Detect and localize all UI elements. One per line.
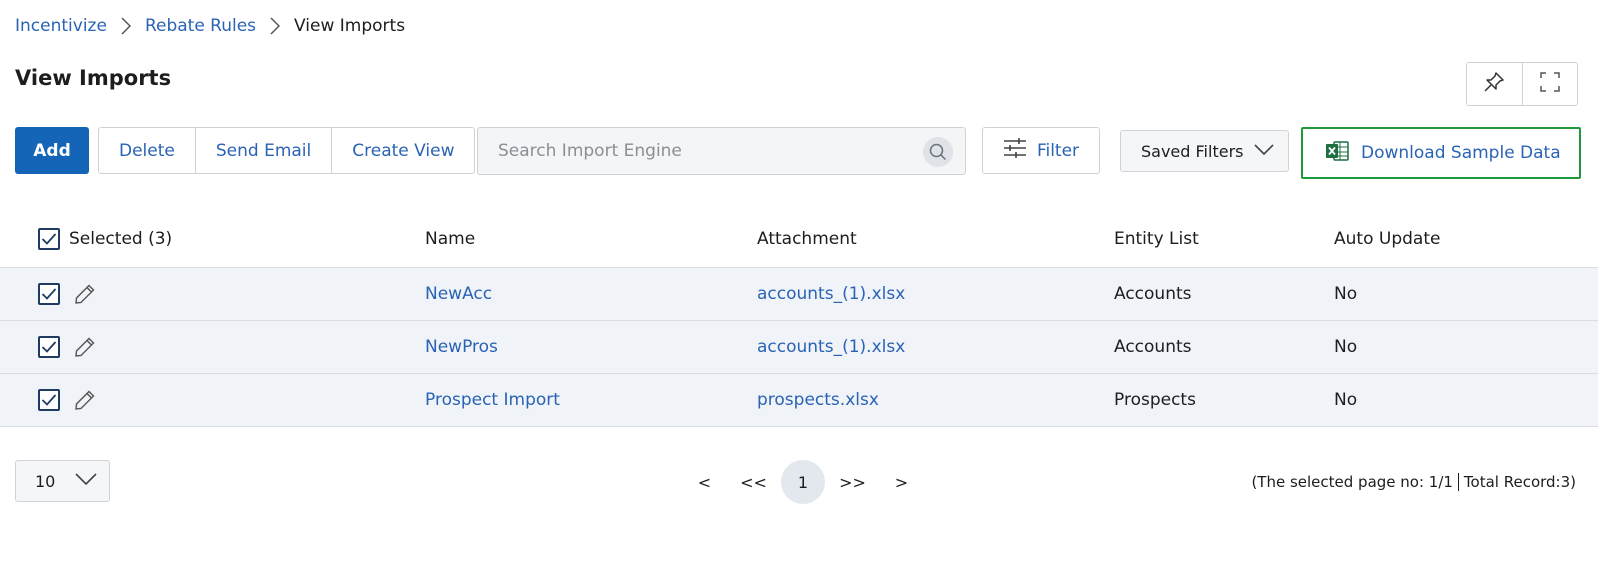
page-title: View Imports (15, 66, 172, 90)
row-auto-update: No (1334, 284, 1358, 304)
table-row: NewAcc accounts_(1).xlsx Accounts No (0, 268, 1598, 321)
excel-icon (1325, 140, 1349, 167)
table-footer: 10 < << 1 >> > (The selected page no: 1/… (0, 460, 1598, 504)
column-header-entity-list[interactable]: Entity List (1114, 210, 1199, 267)
table-row: Prospect Import prospects.xlsx Prospects… (0, 374, 1598, 427)
selected-count: Selected (3) (69, 228, 173, 249)
row-entity: Prospects (1114, 390, 1196, 410)
chevron-right-icon (107, 16, 145, 36)
toolbar: Add Delete Send Email Create View Filter… (0, 127, 1598, 179)
pencil-icon[interactable] (74, 283, 96, 305)
page-info: (The selected page no: 1/1 Total Record:… (1251, 460, 1576, 504)
saved-filters-label: Saved Filters (1141, 141, 1244, 161)
chevron-right-icon (256, 16, 294, 36)
filter-button[interactable]: Filter (982, 127, 1100, 174)
page-size-dropdown[interactable]: 10 (15, 460, 110, 502)
fullscreen-icon (1539, 71, 1561, 98)
page-info-total: Total Record:3) (1463, 473, 1576, 491)
breadcrumb: Incentivize Rebate Rules View Imports (15, 16, 405, 36)
page-last-button[interactable]: > (877, 460, 926, 504)
page-info-selected: (The selected page no: 1/1 (1251, 473, 1453, 491)
breadcrumb-link-rebate-rules[interactable]: Rebate Rules (145, 16, 256, 36)
pencil-icon[interactable] (74, 336, 96, 358)
search-box (477, 127, 966, 175)
column-header-auto-update[interactable]: Auto Update (1334, 210, 1440, 267)
page-size-value: 10 (35, 471, 56, 491)
row-auto-update: No (1334, 390, 1358, 410)
row-entity: Accounts (1114, 337, 1192, 357)
select-all-checkbox[interactable] (38, 227, 60, 250)
page-info-divider (1457, 473, 1459, 491)
select-all-cell: Selected (3) (38, 210, 172, 267)
row-checkbox[interactable] (38, 389, 60, 411)
row-checkbox[interactable] (38, 336, 60, 358)
pin-button[interactable] (1467, 63, 1522, 105)
search-input[interactable] (498, 141, 898, 161)
breadcrumb-current: View Imports (294, 16, 406, 36)
chevron-down-icon (75, 471, 97, 490)
pagination: < << 1 >> > (680, 460, 926, 504)
column-header-name[interactable]: Name (425, 210, 475, 267)
create-view-button[interactable]: Create View (331, 128, 474, 173)
column-header-attachment[interactable]: Attachment (757, 210, 857, 267)
row-entity: Accounts (1114, 284, 1192, 304)
page-number-current[interactable]: 1 (781, 460, 825, 504)
row-select-cell (38, 268, 96, 320)
page-prev-button[interactable]: << (729, 460, 778, 504)
breadcrumb-link-incentivize[interactable]: Incentivize (15, 16, 107, 36)
filter-label: Filter (1036, 140, 1080, 161)
sliders-icon (1003, 137, 1027, 164)
search-icon[interactable] (923, 137, 953, 167)
fullscreen-button[interactable] (1521, 63, 1578, 105)
imports-table: Selected (3) Name Attachment Entity List… (0, 210, 1598, 427)
row-name-link[interactable]: Prospect Import (425, 374, 560, 426)
pencil-icon[interactable] (74, 389, 96, 411)
page-next-button[interactable]: >> (828, 460, 877, 504)
row-select-cell (38, 374, 96, 426)
action-button-group: Delete Send Email Create View (98, 127, 476, 174)
saved-filters-dropdown[interactable]: Saved Filters (1120, 130, 1289, 172)
corner-tools (1466, 62, 1578, 106)
row-select-cell (38, 321, 96, 373)
page-first-button[interactable]: < (680, 460, 729, 504)
send-email-button[interactable]: Send Email (194, 128, 331, 173)
row-attachment-link[interactable]: accounts_(1).xlsx (757, 268, 905, 320)
add-button[interactable]: Add (15, 127, 89, 174)
row-checkbox[interactable] (38, 283, 60, 305)
delete-button[interactable]: Delete (99, 128, 195, 173)
download-sample-data-button[interactable]: Download Sample Data (1301, 127, 1581, 179)
table-row: NewPros accounts_(1).xlsx Accounts No (0, 321, 1598, 374)
row-attachment-link[interactable]: prospects.xlsx (757, 374, 879, 426)
row-name-link[interactable]: NewAcc (425, 268, 492, 320)
chevron-down-icon (1254, 142, 1274, 161)
pin-icon (1483, 71, 1505, 98)
row-attachment-link[interactable]: accounts_(1).xlsx (757, 321, 905, 373)
table-header: Selected (3) Name Attachment Entity List… (0, 210, 1598, 268)
row-name-link[interactable]: NewPros (425, 321, 498, 373)
row-auto-update: No (1334, 337, 1358, 357)
download-label: Download Sample Data (1361, 143, 1561, 163)
